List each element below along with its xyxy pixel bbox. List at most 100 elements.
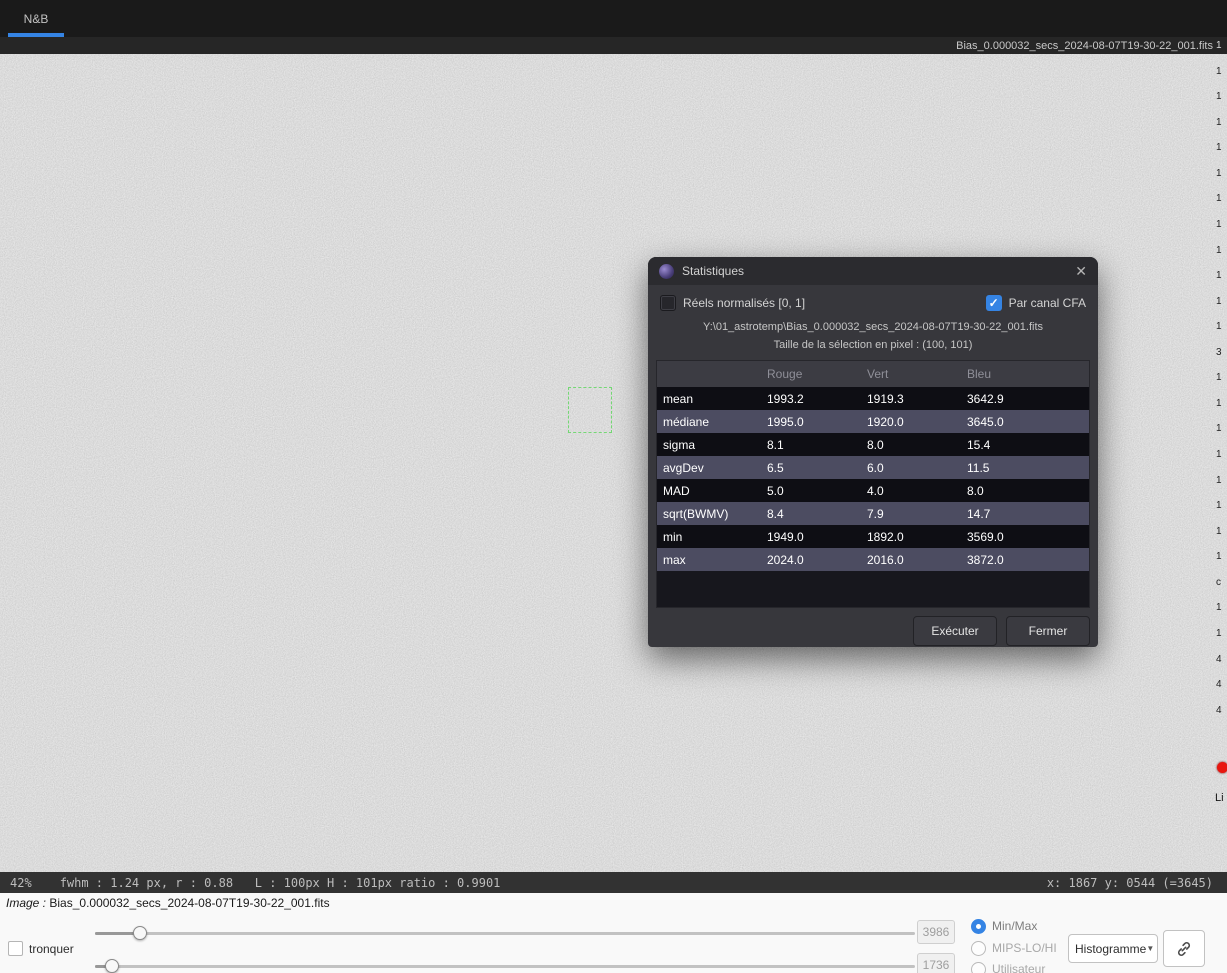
- radio-label: Utilisateur: [992, 962, 1046, 973]
- edge-glyph: 3: [1216, 346, 1222, 358]
- right-edge-strip: 1 1 1 1 1 1 1 1 1 1 1 1 3 1 1 1 1 1 1 1 1 c 1 1 4 4 4 Li: [1213, 40, 1227, 872]
- chevron-down-icon: ▼: [1146, 944, 1155, 953]
- stat-value: 8.4: [767, 506, 784, 521]
- edge-glyph: 1: [1216, 218, 1222, 230]
- close-icon[interactable]: ✕: [1075, 264, 1087, 278]
- stat-value: 15.4: [967, 437, 991, 452]
- stat-value: 6.5: [767, 460, 784, 475]
- stat-value: 7.9: [867, 506, 884, 521]
- radio-utilisateur[interactable]: Utilisateur: [971, 961, 1045, 973]
- selection-size-text: Taille de la sélection en pixel : (100, …: [773, 339, 973, 351]
- edge-glyph: 1: [1216, 500, 1222, 512]
- slider-handle[interactable]: [133, 926, 147, 940]
- stat-value: 6.0: [867, 460, 884, 475]
- stat-name: min: [663, 529, 683, 544]
- file-path-text: Y:\01_astrotemp\Bias_0.000032_secs_2024-…: [702, 321, 1043, 333]
- stat-value: 4.0: [867, 483, 884, 498]
- dialog-options-row: Réels normalisés [0, 1] ✓ Par canal CFA: [648, 285, 1098, 311]
- stat-value: 1919.3: [867, 391, 904, 406]
- display-mode-dropdown[interactable]: Histogramme ▼: [1068, 934, 1158, 963]
- truncate-checkbox[interactable]: [8, 941, 23, 956]
- normalized-checkbox[interactable]: [660, 295, 676, 311]
- bottom-panel: Image : Bias_0.000032_secs_2024-08-07T19…: [0, 893, 1227, 973]
- table-row: sigma 8.1 8.0 15.4: [657, 433, 1089, 456]
- edge-glyph: 1: [1216, 423, 1222, 435]
- radio-mips-lo-hi[interactable]: MIPS-LO/HI: [971, 940, 1057, 956]
- link-channels-button[interactable]: [1163, 930, 1205, 967]
- edge-glyph: c: [1216, 576, 1221, 588]
- dialog-titlebar[interactable]: Statistiques ✕: [648, 257, 1098, 285]
- link-icon: [1177, 941, 1191, 956]
- stats-table-body: mean 1993.2 1919.3 3642.9 médiane 1995.0 1920.…: [657, 387, 1089, 571]
- edge-glyph: 1: [1216, 602, 1222, 614]
- close-button[interactable]: Fermer: [1006, 616, 1090, 646]
- edge-glyph: 1: [1216, 474, 1222, 486]
- selection-rectangle[interactable]: [568, 387, 612, 433]
- table-row: mean 1993.2 1919.3 3642.9: [657, 387, 1089, 410]
- cursor-coordinates: x: 1867 y: 0544 (=3645): [1046, 875, 1213, 890]
- stat-name: mean: [663, 391, 694, 406]
- stat-value: 1993.2: [767, 391, 804, 406]
- edge-glyph: 1: [1216, 295, 1222, 307]
- edge-glyph: 1: [1216, 321, 1222, 333]
- table-row: max 2024.0 2016.0 3872.0: [657, 548, 1089, 571]
- right-edge-partial-label: Li: [1215, 792, 1224, 804]
- siril-app-icon: [659, 263, 674, 279]
- edge-glyph: 1: [1216, 449, 1222, 460]
- stat-name: max: [663, 552, 686, 567]
- radio-label: MIPS-LO/HI: [992, 941, 1057, 955]
- stat-value: 1892.0: [867, 529, 904, 544]
- cfa-checkbox-label: Par canal CFA: [1008, 296, 1086, 310]
- execute-button[interactable]: Exécuter: [913, 616, 997, 646]
- table-row: avgDev 6.5 6.0 11.5: [657, 456, 1089, 479]
- low-cutoff-slider[interactable]: [95, 959, 915, 973]
- edge-glyph: 1: [1216, 627, 1222, 639]
- stat-value: 11.5: [967, 460, 990, 475]
- radio-button-icon[interactable]: [971, 940, 986, 956]
- slider-track[interactable]: [95, 932, 915, 935]
- low-value-field[interactable]: 1736: [917, 953, 955, 973]
- stat-value: 3642.9: [967, 391, 1004, 406]
- edge-glyph: 4: [1216, 704, 1222, 716]
- edge-glyph: 1: [1216, 372, 1222, 384]
- stats-table: Rouge Vert Bleu mean 1993.2 1919.3 3642.9 mé…: [656, 360, 1090, 608]
- stat-name: avgDev: [663, 460, 704, 475]
- tab-bar: N&B: [0, 0, 1227, 37]
- radio-button-icon[interactable]: [971, 961, 986, 973]
- high-value-field[interactable]: 3986: [917, 920, 955, 944]
- table-row: min 1949.0 1892.0 3569.0: [657, 525, 1089, 548]
- edge-glyph: 1: [1216, 244, 1222, 256]
- red-indicator-icon: [1217, 762, 1227, 773]
- stat-name: médiane: [663, 414, 710, 429]
- stat-value: 5.0: [767, 483, 784, 498]
- cfa-checkbox[interactable]: ✓: [985, 295, 1002, 311]
- tab-nb[interactable]: N&B: [8, 0, 64, 37]
- image-filename: Bias_0.000032_secs_2024-08-07T19-30-22_0…: [49, 896, 330, 910]
- table-row: sqrt(BWMV) 8.4 7.9 14.7: [657, 502, 1089, 525]
- stat-value: 1949.0: [767, 529, 804, 544]
- high-cutoff-slider[interactable]: [95, 926, 915, 940]
- edge-glyph: 1: [1216, 167, 1222, 179]
- stat-name: sigma: [663, 437, 696, 452]
- edge-glyph: 1: [1216, 40, 1222, 51]
- slider-track[interactable]: [95, 965, 915, 968]
- stat-value: 8.1: [767, 437, 784, 452]
- stat-value: 3872.0: [967, 552, 1004, 567]
- radio-button-icon[interactable]: [971, 918, 986, 934]
- stat-name: sqrt(BWMV): [663, 506, 729, 521]
- edge-glyph: 1: [1216, 65, 1222, 77]
- stat-value: 8.0: [867, 437, 884, 452]
- radio-min-max[interactable]: Min/Max: [971, 918, 1037, 934]
- edge-glyph: 1: [1216, 91, 1222, 103]
- status-bar: 42% fwhm : 1.24 px, r : 0.88 L : 100px H…: [0, 872, 1227, 893]
- display-mode-label: Histogramme: [1075, 941, 1147, 956]
- edge-glyph: 1: [1216, 142, 1222, 154]
- slider-handle[interactable]: [105, 959, 119, 973]
- edge-glyph: 1: [1216, 116, 1222, 128]
- edge-glyph: 1: [1216, 525, 1222, 537]
- tab-nb-label: N&B: [23, 11, 49, 26]
- radio-label: Min/Max: [992, 919, 1038, 933]
- right-edge-glyphs: 1 1 1 1 1 1 1 1 1 1 1 1 3 1 1 1 1 1 1 1 1 c 1 1 4 4 4: [1213, 40, 1227, 716]
- stat-value: 8.0: [967, 483, 984, 498]
- measurement-info: fwhm : 1.24 px, r : 0.88 L : 100px H : 1…: [59, 875, 501, 890]
